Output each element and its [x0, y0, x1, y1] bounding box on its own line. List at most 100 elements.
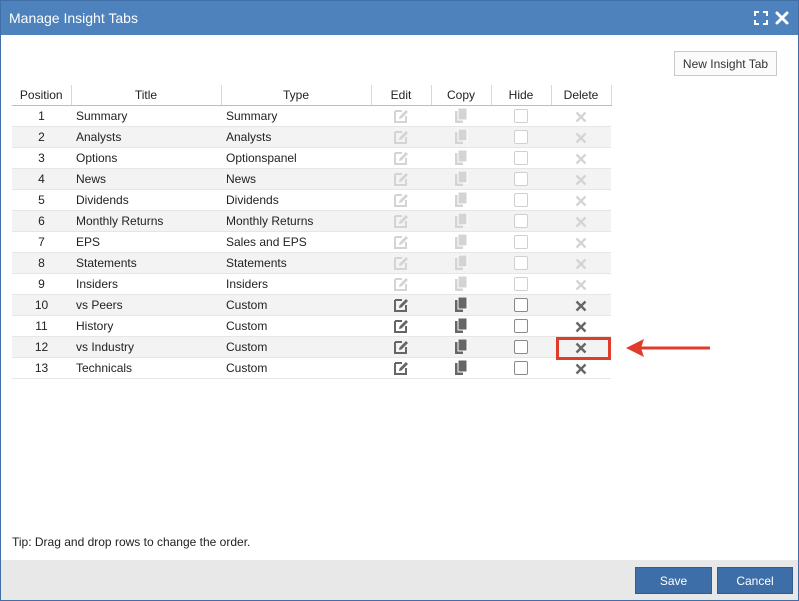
hide-checkbox	[514, 256, 528, 271]
row-title: EPS	[71, 231, 221, 253]
hide-checkbox[interactable]	[514, 319, 528, 334]
hide-cell	[491, 126, 551, 148]
table-row[interactable]: 1 Summary Summary	[12, 105, 611, 127]
delete-cell	[551, 252, 611, 274]
delete-icon[interactable]	[575, 361, 587, 375]
delete-cell	[551, 273, 611, 295]
copy-icon	[454, 234, 468, 249]
edit-cell	[371, 147, 431, 169]
edit-icon[interactable]	[393, 318, 409, 333]
edit-icon	[393, 129, 409, 144]
cancel-button[interactable]: Cancel	[717, 567, 793, 594]
table-row[interactable]: 7 EPS Sales and EPS	[12, 231, 611, 253]
table-row[interactable]: 2 Analysts Analysts	[12, 126, 611, 148]
row-type: Analysts	[221, 126, 371, 148]
edit-icon	[393, 108, 409, 123]
edit-cell	[371, 210, 431, 232]
row-type: Custom	[221, 336, 371, 358]
hide-checkbox[interactable]	[514, 340, 528, 355]
delete-icon	[575, 151, 587, 165]
save-button[interactable]: Save	[635, 567, 712, 594]
edit-cell	[371, 105, 431, 127]
header-title: Title	[71, 85, 222, 106]
table-row[interactable]: 11 History Custom	[12, 315, 611, 337]
hide-checkbox	[514, 151, 528, 166]
table-row[interactable]: 10 vs Peers Custom	[12, 294, 611, 316]
delete-cell	[551, 231, 611, 253]
maximize-icon[interactable]	[753, 10, 769, 26]
row-type: Custom	[221, 357, 371, 379]
copy-cell	[431, 273, 491, 295]
delete-cell	[551, 147, 611, 169]
row-position: 11	[12, 315, 71, 337]
copy-icon[interactable]	[454, 297, 468, 312]
row-type: News	[221, 168, 371, 190]
row-type: Custom	[221, 294, 371, 316]
copy-icon[interactable]	[454, 339, 468, 354]
header-copy: Copy	[431, 85, 492, 106]
delete-icon[interactable]	[575, 319, 587, 333]
row-type: Optionspanel	[221, 147, 371, 169]
edit-icon	[393, 192, 409, 207]
copy-icon[interactable]	[454, 360, 468, 375]
table-row[interactable]: 3 Options Optionspanel	[12, 147, 611, 169]
table-row[interactable]: 8 Statements Statements	[12, 252, 611, 274]
hide-checkbox	[514, 277, 528, 292]
dialog-title: Manage Insight Tabs	[9, 10, 138, 26]
table-row[interactable]: 9 Insiders Insiders	[12, 273, 611, 295]
row-title: vs Peers	[71, 294, 221, 316]
delete-icon	[575, 214, 587, 228]
delete-cell	[551, 294, 611, 316]
edit-cell	[371, 252, 431, 274]
delete-cell	[551, 315, 611, 337]
edit-icon	[393, 213, 409, 228]
hide-cell	[491, 189, 551, 211]
delete-highlight-box	[556, 337, 611, 360]
delete-icon[interactable]	[575, 298, 587, 312]
delete-cell	[551, 105, 611, 127]
edit-icon[interactable]	[393, 297, 409, 312]
row-position: 2	[12, 126, 71, 148]
row-type: Statements	[221, 252, 371, 274]
copy-cell	[431, 315, 491, 337]
delete-icon	[575, 130, 587, 144]
delete-cell	[551, 357, 611, 379]
hide-cell	[491, 294, 551, 316]
edit-cell	[371, 273, 431, 295]
copy-cell	[431, 336, 491, 358]
close-icon[interactable]	[774, 10, 790, 26]
delete-cell	[551, 189, 611, 211]
table-row[interactable]: 13 Technicals Custom	[12, 357, 611, 379]
edit-icon[interactable]	[393, 339, 409, 354]
copy-icon	[454, 213, 468, 228]
copy-cell	[431, 147, 491, 169]
row-title: Monthly Returns	[71, 210, 221, 232]
dialog-titlebar: Manage Insight Tabs	[1, 1, 798, 35]
table-row[interactable]: 5 Dividends Dividends	[12, 189, 611, 211]
row-position: 5	[12, 189, 71, 211]
hide-checkbox	[514, 109, 528, 124]
copy-cell	[431, 168, 491, 190]
copy-cell	[431, 357, 491, 379]
copy-icon	[454, 276, 468, 291]
edit-cell	[371, 315, 431, 337]
edit-icon	[393, 234, 409, 249]
edit-icon[interactable]	[393, 360, 409, 375]
table-row[interactable]: 12 vs Industry Custom	[12, 336, 611, 358]
hide-cell	[491, 273, 551, 295]
hide-checkbox	[514, 172, 528, 187]
delete-cell	[551, 168, 611, 190]
row-position: 1	[12, 105, 71, 127]
row-position: 9	[12, 273, 71, 295]
header-delete: Delete	[551, 85, 612, 106]
row-position: 12	[12, 336, 71, 358]
header-type: Type	[221, 85, 372, 106]
hide-cell	[491, 315, 551, 337]
copy-icon[interactable]	[454, 318, 468, 333]
hide-checkbox[interactable]	[514, 298, 528, 313]
table-row[interactable]: 6 Monthly Returns Monthly Returns	[12, 210, 611, 232]
new-insight-tab-button[interactable]: New Insight Tab	[674, 51, 777, 76]
table-row[interactable]: 4 News News	[12, 168, 611, 190]
row-type: Insiders	[221, 273, 371, 295]
hide-checkbox[interactable]	[514, 361, 528, 376]
